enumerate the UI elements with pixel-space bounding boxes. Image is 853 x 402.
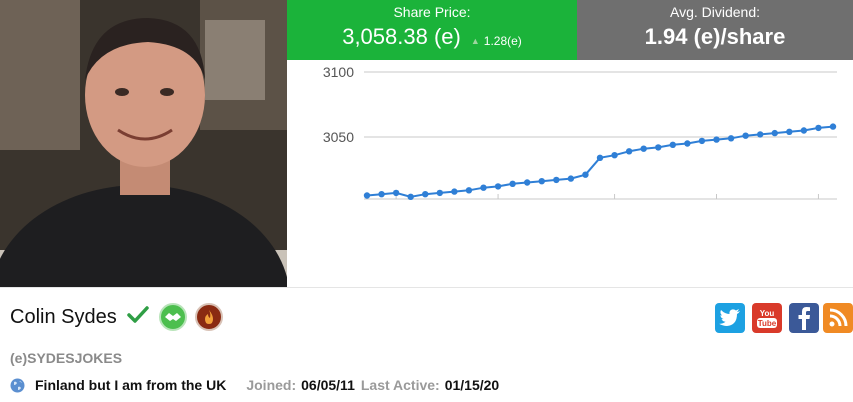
data-point-10 [509,180,516,187]
data-point-28 [771,129,778,137]
data-point-14 [567,175,575,182]
data-point-30 [800,127,808,134]
flame-icon[interactable] [194,303,223,331]
data-point-16 [596,154,604,161]
y-tick-label-top: 3100 [323,64,354,80]
data-point-23 [698,137,706,145]
y-tick-label-mid: 3050 [323,129,354,145]
profile-meta-row: Finland but I am from the UK Joined: 06/… [10,377,499,393]
data-point-32 [829,123,837,130]
profile-handle: (e)SYDESJOKES [10,350,123,366]
data-point-29 [786,128,793,135]
data-point-0 [363,192,371,199]
section-divider [0,287,853,288]
youtube-icon[interactable]: You Tube [752,303,782,333]
data-point-18 [625,148,633,155]
data-point-17 [611,152,618,159]
data-point-2 [392,189,400,197]
price-change: ▲ 1.28(e) [471,34,522,48]
profile-photo [0,0,287,287]
data-point-12 [538,178,545,185]
share-price-panel: Share Price: 3,058.38 (e) ▲ 1.28(e) [287,0,577,60]
data-point-31 [815,124,822,132]
data-point-20 [655,144,662,151]
data-point-4 [422,191,429,198]
dividend-panel: Avg. Dividend: 1.94 (e)/share [577,0,853,60]
data-point-22 [684,140,691,147]
dividend-value: 1.94 (e)/share [644,24,786,49]
up-arrow-icon: ▲ [470,36,480,46]
data-point-1 [378,191,385,198]
check-icon [126,305,149,329]
data-point-26 [742,132,749,139]
data-point-5 [436,189,444,197]
profile-location: Finland but I am from the UK [35,377,227,393]
data-point-21 [669,141,677,148]
share-price-label: Share Price: [393,4,471,20]
data-point-3 [407,193,414,200]
globe-icon [10,378,25,393]
data-point-8 [480,184,487,191]
last-active-date: 01/15/20 [444,377,500,393]
data-point-24 [713,136,720,143]
twitter-icon[interactable] [715,303,745,333]
price-change-value: 1.28(e) [483,34,522,48]
facebook-icon[interactable] [789,303,819,333]
last-active-label: Last Active: [360,377,440,393]
data-point-11 [523,179,531,186]
data-point-13 [553,176,560,184]
data-point-6 [451,188,458,195]
profile-name: Colin Sydes [10,305,117,328]
data-point-25 [727,135,735,142]
data-point-15 [582,171,589,178]
share-price-value: 3,058.38 (e) [342,24,461,49]
joined-label: Joined: [246,377,297,393]
share-price-chart: 3100 3050 [287,60,853,287]
rss-icon[interactable] [823,303,853,333]
youtube-icon-top-text: You [760,309,775,318]
handshake-icon[interactable] [158,303,187,331]
data-point-19 [640,145,647,152]
data-point-7 [465,187,473,194]
data-point-27 [756,131,764,138]
profile-name-row: Colin Sydes [10,303,223,331]
data-point-9 [494,183,502,190]
joined-date: 06/05/11 [301,377,355,393]
dividend-label: Avg. Dividend: [669,4,760,20]
youtube-icon-bottom-text: Tube [758,319,777,328]
profile-page: Share Price: 3,058.38 (e) ▲ 1.28(e) Avg.… [0,0,853,402]
